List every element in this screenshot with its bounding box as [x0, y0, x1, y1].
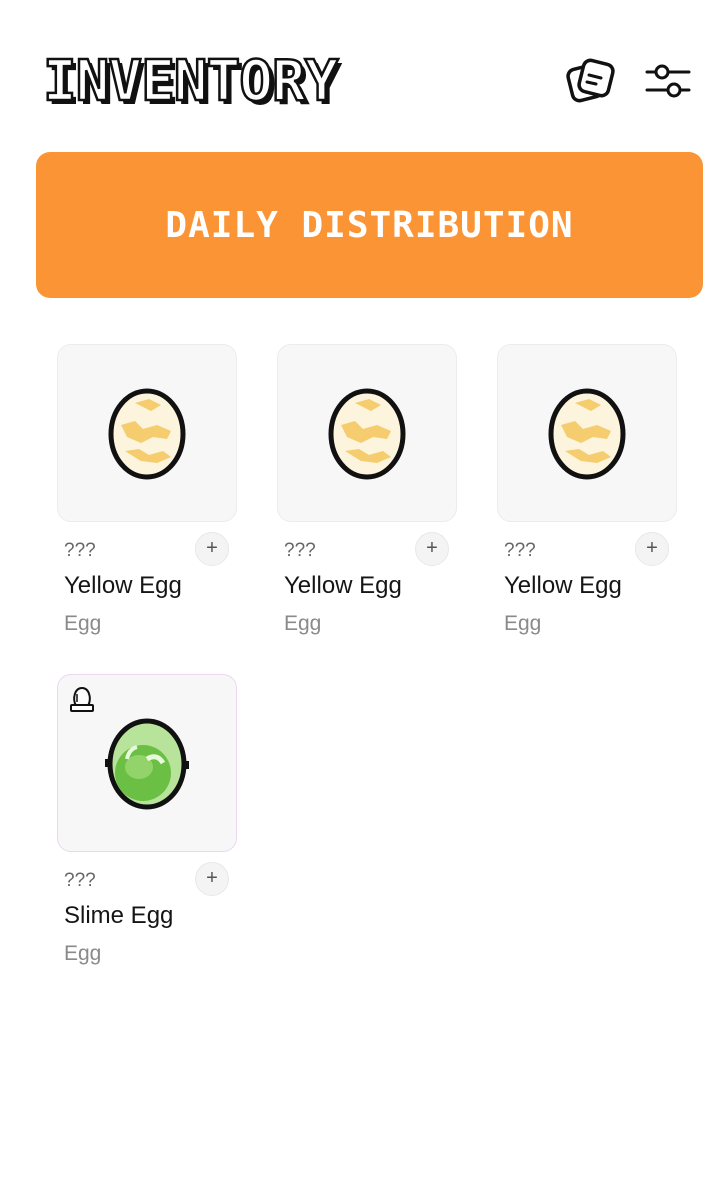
page-title: INVENTORY — [42, 48, 340, 115]
add-button[interactable]: + — [195, 532, 229, 566]
item-name: Slime Egg — [64, 902, 174, 929]
item-thumbnail[interactable] — [497, 344, 677, 522]
item-type: Egg — [504, 612, 542, 635]
item-rarity: ??? — [64, 870, 96, 891]
notes-icon — [566, 58, 615, 103]
item-name: Yellow Egg — [504, 572, 622, 599]
yellow-egg-icon — [548, 388, 626, 480]
yellow-egg-icon — [108, 388, 186, 480]
banner-label: DAILY DISTRIBUTION — [165, 204, 574, 246]
sliders-icon — [645, 64, 691, 98]
add-button[interactable]: + — [195, 862, 229, 896]
add-button[interactable]: + — [635, 532, 669, 566]
item-rarity: ??? — [284, 540, 316, 561]
notes-button[interactable] — [565, 56, 617, 108]
slime-egg-icon — [105, 718, 189, 810]
add-button[interactable]: + — [415, 532, 449, 566]
item-type: Egg — [64, 612, 102, 635]
item-type: Egg — [284, 612, 322, 635]
item-name: Yellow Egg — [64, 572, 182, 599]
item-type: Egg — [64, 942, 102, 965]
item-rarity: ??? — [64, 540, 96, 561]
incubator-icon — [70, 686, 94, 712]
yellow-egg-icon — [328, 388, 406, 480]
header: INVENTORY — [0, 0, 714, 150]
item-thumbnail[interactable] — [57, 344, 237, 522]
daily-distribution-button[interactable]: DAILY DISTRIBUTION — [36, 152, 703, 298]
item-thumbnail[interactable] — [277, 344, 457, 522]
filter-button[interactable] — [642, 56, 694, 108]
item-thumbnail[interactable] — [57, 674, 237, 852]
item-rarity: ??? — [504, 540, 536, 561]
item-name: Yellow Egg — [284, 572, 402, 599]
